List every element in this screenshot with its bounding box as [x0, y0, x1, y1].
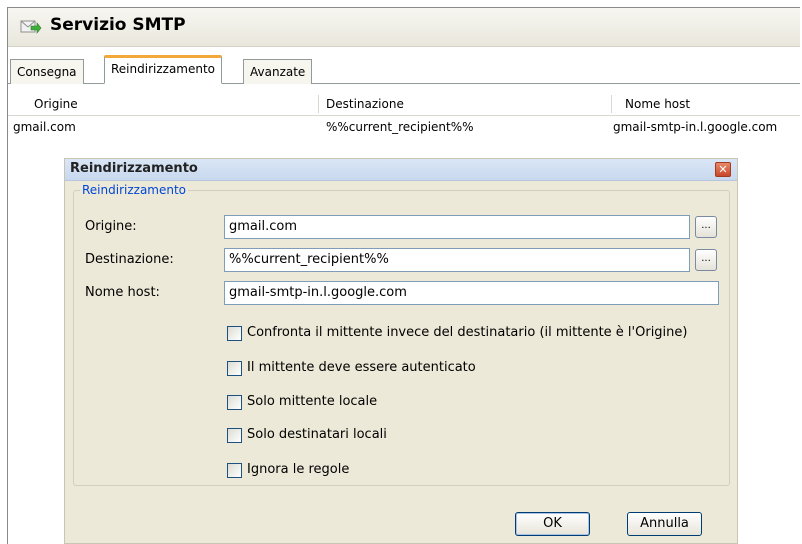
redirect-group: Reindirizzamento Origine: gmail.com ... … [73, 183, 730, 486]
checkbox-confronta-mittente[interactable] [227, 326, 242, 341]
column-destinazione[interactable]: Destinazione [326, 97, 404, 111]
dialog-title: Reindirizzamento [70, 161, 198, 176]
table-row[interactable]: gmail.com %%current_recipient%% gmail-sm… [8, 117, 800, 137]
column-origine[interactable]: Origine [34, 97, 78, 111]
nome-host-input[interactable]: gmail-smtp-in.l.google.com [224, 281, 719, 305]
cancel-button[interactable]: Annulla [627, 512, 702, 536]
checkbox-label[interactable]: Solo destinatari locali [247, 427, 387, 442]
destinazione-input[interactable]: %%current_recipient%% [224, 248, 690, 272]
cell-nome-host: gmail-smtp-in.l.google.com [613, 120, 778, 134]
checkbox-ignora-regole[interactable] [227, 463, 242, 478]
column-divider[interactable] [318, 95, 319, 113]
title-bar: Servizio SMTP [8, 8, 800, 47]
column-divider[interactable] [611, 95, 612, 113]
cell-origine: gmail.com [13, 120, 76, 134]
dialog-title-bar[interactable]: Reindirizzamento ✕ [65, 159, 737, 181]
origine-browse-button[interactable]: ... [695, 216, 717, 238]
checkbox-solo-mittente-locale[interactable] [227, 395, 242, 410]
checkbox-label[interactable]: Solo mittente locale [247, 394, 377, 409]
tab-reindirizzamento[interactable]: Reindirizzamento [104, 55, 223, 84]
nome-host-label: Nome host: [85, 285, 160, 300]
group-label: Reindirizzamento [80, 183, 189, 197]
origine-label: Origine: [85, 219, 137, 234]
cell-destinazione: %%current_recipient%% [326, 120, 474, 134]
tab-consegna[interactable]: Consegna [10, 59, 84, 84]
checkbox-label[interactable]: Confronta il mittente invece del destina… [247, 325, 687, 340]
smtp-service-window: Servizio SMTP Consegna Reindirizzamento … [7, 7, 800, 544]
close-icon[interactable]: ✕ [715, 162, 731, 177]
origine-input[interactable]: gmail.com [224, 215, 690, 239]
column-nome-host[interactable]: Nome host [625, 97, 690, 111]
tab-strip: Consegna Reindirizzamento Avanzate [8, 53, 800, 84]
checkbox-label[interactable]: Il mittente deve essere autenticato [247, 360, 476, 375]
checkbox-solo-destinatari-locali[interactable] [227, 428, 242, 443]
destinazione-label: Destinazione: [85, 252, 174, 267]
tab-avanzate[interactable]: Avanzate [243, 59, 313, 84]
window-title: Servizio SMTP [50, 15, 186, 35]
redirect-dialog: Reindirizzamento ✕ Reindirizzamento Orig… [64, 158, 738, 544]
ok-button[interactable]: OK [515, 512, 590, 536]
checkbox-mittente-autenticato[interactable] [227, 361, 242, 376]
mail-arrow-icon [20, 20, 42, 34]
list-header: Origine Destinazione Nome host [8, 93, 800, 116]
destinazione-browse-button[interactable]: ... [695, 249, 717, 271]
checkbox-label[interactable]: Ignora le regole [247, 462, 349, 477]
